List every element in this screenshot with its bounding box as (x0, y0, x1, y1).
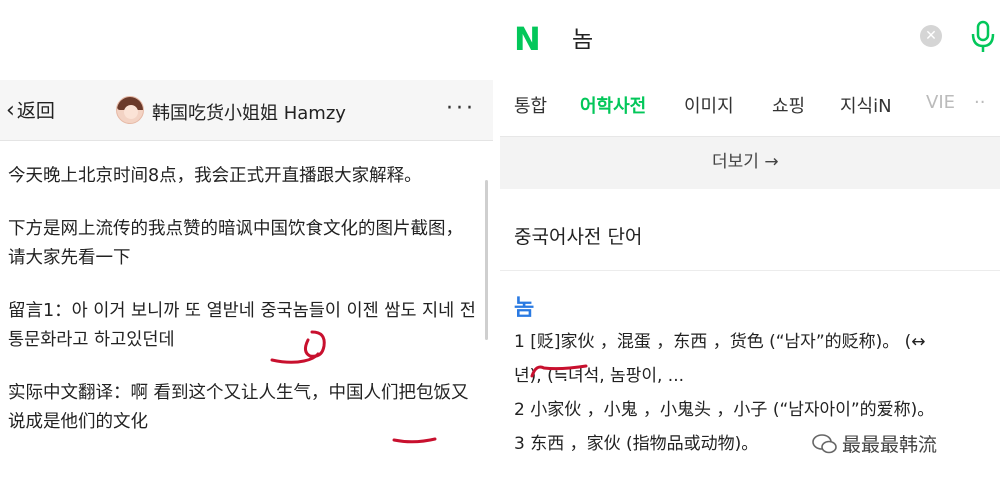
weibo-header: ‹ 返回 韩国吃货小姐姐 Hamzy ··· (0, 80, 493, 141)
more-results-button[interactable]: 더보기 → (712, 147, 779, 172)
tab-shopping[interactable]: 쇼핑 (772, 92, 805, 118)
more-menu-icon[interactable]: ··· (446, 96, 476, 121)
tab-dictionary[interactable]: 어학사전 (580, 92, 646, 118)
red-underline-mark (392, 437, 437, 444)
search-input[interactable]: 놈 (572, 20, 593, 54)
definition-line: 3 东西 ，家伙 (指物品或动物)。 (514, 434, 759, 454)
blank-area (0, 0, 493, 80)
paragraph: 今天晚上北京时间8点，我会正式开直播跟大家解释。 (8, 166, 422, 186)
back-label: 返回 (16, 100, 55, 122)
clear-icon[interactable]: ✕ (920, 25, 942, 47)
scrollbar[interactable] (485, 180, 488, 340)
tab-knowledge[interactable]: 지식iN (840, 92, 892, 118)
tab-images[interactable]: 이미지 (684, 92, 734, 118)
search-tabs: 통합 어학사전 이미지 쇼핑 지식iN VIE ·· (500, 72, 1000, 137)
right-panel: N 놈 ✕ 통합 어학사전 이미지 쇼핑 지식iN VIE ·· 더보기 → 중… (500, 0, 1000, 488)
paragraph: 下方是网上流传的我点赞的暗讽中国饮食文化的图片截图，请大家先看一下 (8, 219, 463, 268)
wechat-icon (812, 434, 837, 454)
watermark: 最最最韩流 (842, 434, 938, 456)
dictionary-headword[interactable]: 놈 (514, 290, 534, 322)
naver-logo[interactable]: N (514, 20, 541, 58)
divider (493, 0, 500, 488)
chevron-left-icon: ‹ (6, 98, 15, 123)
back-button[interactable]: ‹ 返回 (6, 96, 55, 123)
red-underline-mark (530, 364, 588, 378)
definition-line: 2 小家伙 ，小鬼 ，小鬼头 ，小子 (“남자아이”的爱称)。 (514, 400, 935, 420)
tab-integrated[interactable]: 통합 (514, 92, 547, 118)
avatar[interactable] (116, 96, 144, 124)
left-panel: ‹ 返回 韩国吃货小姐姐 Hamzy ··· 今天晚上北京时间8点，我会正式开直播… (0, 0, 493, 488)
paragraph: 实际中文翻译：啊 看到这个又让人生气，中国人们把包饭又说成是他们的文化 (8, 383, 469, 432)
tab-video[interactable]: VIE (926, 92, 955, 113)
red-circle-mark (303, 330, 326, 358)
page-title: 韩国吃货小姐姐 Hamzy (152, 103, 346, 124)
microphone-icon[interactable] (970, 20, 996, 54)
paragraph: 留言1：아 이거 보니까 또 열받네 중국놈들이 이젠 쌈도 지네 전통문화라고… (8, 301, 476, 350)
definition-line: 1 [贬]家伙 ，混蛋 ，东西 ，货色 (“남자”的贬称)。 (↔ (514, 332, 926, 352)
search-bar: N 놈 ✕ (500, 0, 1000, 72)
post-body: 今天晚上北京时间8点，我会正式开直播跟大家解释。 下方是网上流传的我点赞的暗讽中… (8, 162, 480, 461)
tabs-overflow-icon[interactable]: ·· (974, 92, 985, 113)
section-title: 중국어사전 단어 (514, 226, 643, 248)
